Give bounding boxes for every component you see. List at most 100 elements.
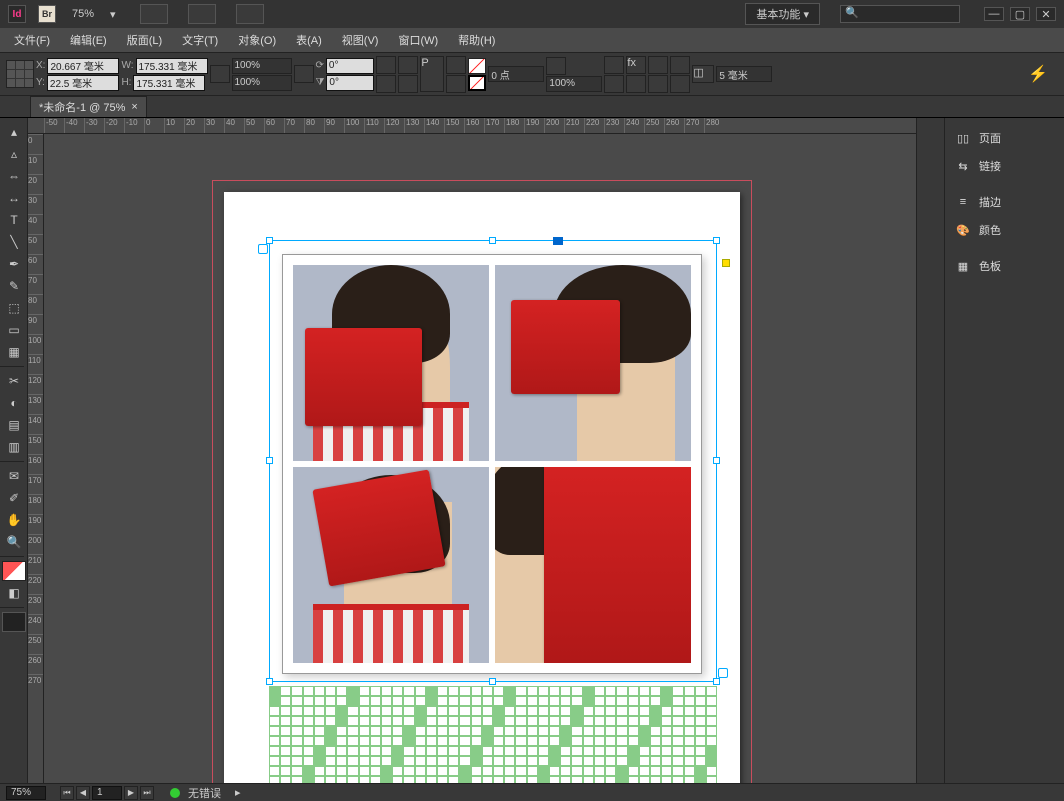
panel-swatches[interactable]: ▦色板 <box>945 252 1064 280</box>
type-tool[interactable]: T <box>2 210 26 230</box>
scale-y-input[interactable]: 100% <box>232 75 292 91</box>
close-tab-icon[interactable]: × <box>131 101 137 113</box>
shear-input[interactable] <box>326 75 374 91</box>
resize-handle[interactable] <box>266 678 273 685</box>
resize-handle[interactable] <box>266 237 273 244</box>
pencil-tool[interactable]: ✎ <box>2 276 26 296</box>
thread-out-port[interactable] <box>718 668 728 678</box>
chevron-right-icon[interactable]: ▸ <box>235 786 241 799</box>
fx-button[interactable]: fx <box>626 56 646 74</box>
direct-selection-tool[interactable]: ▵ <box>2 144 26 164</box>
rotate-90-ccw-button[interactable] <box>376 75 396 93</box>
opacity-input[interactable]: 100% <box>546 76 602 92</box>
constrain-proportions-button[interactable] <box>210 65 230 83</box>
rectangle-frame-tool[interactable]: ⬚ <box>2 298 26 318</box>
resize-handle[interactable] <box>266 457 273 464</box>
panel-stroke[interactable]: ≡描边 <box>945 188 1064 216</box>
arrange-button[interactable] <box>188 4 216 24</box>
resize-handle[interactable] <box>489 237 496 244</box>
resize-handle[interactable] <box>713 678 720 685</box>
minimize-button[interactable]: — <box>984 7 1004 21</box>
rotate-90-cw-button[interactable] <box>376 56 396 74</box>
search-input[interactable]: 🔍 <box>840 5 960 23</box>
zoom-tool[interactable]: 🔍 <box>2 532 26 552</box>
x-input[interactable] <box>47 58 119 74</box>
live-corner-handle[interactable] <box>722 259 730 267</box>
select-container-button[interactable] <box>446 56 466 74</box>
select-content-button[interactable] <box>446 75 466 93</box>
h-input[interactable] <box>133 75 205 91</box>
next-spread-button[interactable]: ▶ <box>124 786 138 800</box>
last-spread-button[interactable]: ⏭ <box>140 786 154 800</box>
rectangle-tool[interactable]: ▭ <box>2 320 26 340</box>
vertical-ruler[interactable]: 0102030405060708090100110120130140150160… <box>28 134 44 783</box>
text-wrap-none-button[interactable] <box>604 75 624 93</box>
first-spread-button[interactable]: ⏮ <box>60 786 74 800</box>
crop-size-input[interactable]: 5 毫米 <box>716 66 772 82</box>
bridge-icon[interactable]: Br <box>38 5 56 23</box>
w-input[interactable] <box>136 58 208 74</box>
text-wrap-shape-button[interactable] <box>648 56 668 74</box>
dropdown-icon[interactable]: ▾ <box>110 8 116 21</box>
zoom-display[interactable]: 75% <box>68 8 98 20</box>
constrain-scale-button[interactable] <box>294 65 314 83</box>
stroke-swatch[interactable] <box>468 75 486 91</box>
thread-in-port[interactable] <box>258 244 268 254</box>
line-tool[interactable]: ╲ <box>2 232 26 252</box>
view-options-button[interactable] <box>236 4 264 24</box>
gradient-tool[interactable]: ▤ <box>2 415 26 435</box>
frame-fitting-button[interactable] <box>670 75 690 93</box>
free-transform-tool[interactable]: ◐ <box>2 393 26 413</box>
scissors-tool[interactable]: ✂ <box>2 371 26 391</box>
menu-table[interactable]: 表(A) <box>288 29 330 51</box>
hand-tool[interactable]: ✋ <box>2 510 26 530</box>
workspace-switcher[interactable]: 基本功能 ▾ <box>745 3 820 25</box>
crop-button[interactable]: ◫ <box>692 65 714 83</box>
view-mode-button[interactable] <box>2 612 26 632</box>
note-tool[interactable]: ✉ <box>2 466 26 486</box>
quick-apply-icon[interactable]: ⚡ <box>1028 64 1048 84</box>
menu-edit[interactable]: 编辑(E) <box>62 29 115 51</box>
close-button[interactable]: ✕ <box>1036 7 1056 21</box>
menu-view[interactable]: 视图(V) <box>334 29 387 51</box>
page-tool[interactable]: ⇔ <box>2 166 26 186</box>
flip-v-button[interactable] <box>398 75 418 93</box>
resize-handle[interactable] <box>489 678 496 685</box>
table-tool[interactable]: ▦ <box>2 342 26 362</box>
resize-handle[interactable] <box>713 457 720 464</box>
y-input[interactable] <box>47 75 119 91</box>
screen-mode-button[interactable] <box>140 4 168 24</box>
horizontal-ruler[interactable]: -50-40-30-20-100102030405060708090100110… <box>28 118 916 134</box>
menu-object[interactable]: 对象(O) <box>230 29 284 51</box>
content-grabber-icon[interactable] <box>553 237 563 245</box>
panel-color[interactable]: 🎨颜色 <box>945 216 1064 244</box>
selection-tool[interactable]: ▴ <box>2 122 26 142</box>
canvas[interactable] <box>44 134 916 783</box>
flip-h-button[interactable] <box>398 56 418 74</box>
fill-stroke-swap[interactable] <box>2 561 26 581</box>
panel-dock-strip[interactable] <box>916 118 944 783</box>
document-tab[interactable]: *未命名-1 @ 75% × <box>30 96 147 117</box>
prev-spread-button[interactable]: ◀ <box>76 786 90 800</box>
panel-links[interactable]: ⇆链接 <box>945 152 1064 180</box>
table-frame[interactable] <box>269 686 717 783</box>
effects-button[interactable] <box>604 56 624 74</box>
menu-type[interactable]: 文字(T) <box>174 29 226 51</box>
fill-swatch[interactable] <box>468 58 486 74</box>
menu-layout[interactable]: 版面(L) <box>119 29 170 51</box>
pen-tool[interactable]: ✒ <box>2 254 26 274</box>
stroke-style-button[interactable] <box>546 57 566 75</box>
page-input[interactable] <box>92 786 122 800</box>
preflight-status-icon[interactable] <box>170 788 180 798</box>
corner-options-button[interactable] <box>648 75 668 93</box>
text-wrap-jump-button[interactable] <box>670 56 690 74</box>
reference-point[interactable] <box>6 60 34 88</box>
menu-help[interactable]: 帮助(H) <box>450 29 503 51</box>
gradient-feather-tool[interactable]: ▥ <box>2 437 26 457</box>
gap-tool[interactable]: ↔ <box>2 188 26 208</box>
panel-pages[interactable]: ▯▯页面 <box>945 124 1064 152</box>
eyedropper-tool[interactable]: ✐ <box>2 488 26 508</box>
resize-handle[interactable] <box>713 237 720 244</box>
menu-file[interactable]: 文件(F) <box>6 29 58 51</box>
rotate-input[interactable] <box>326 58 374 74</box>
